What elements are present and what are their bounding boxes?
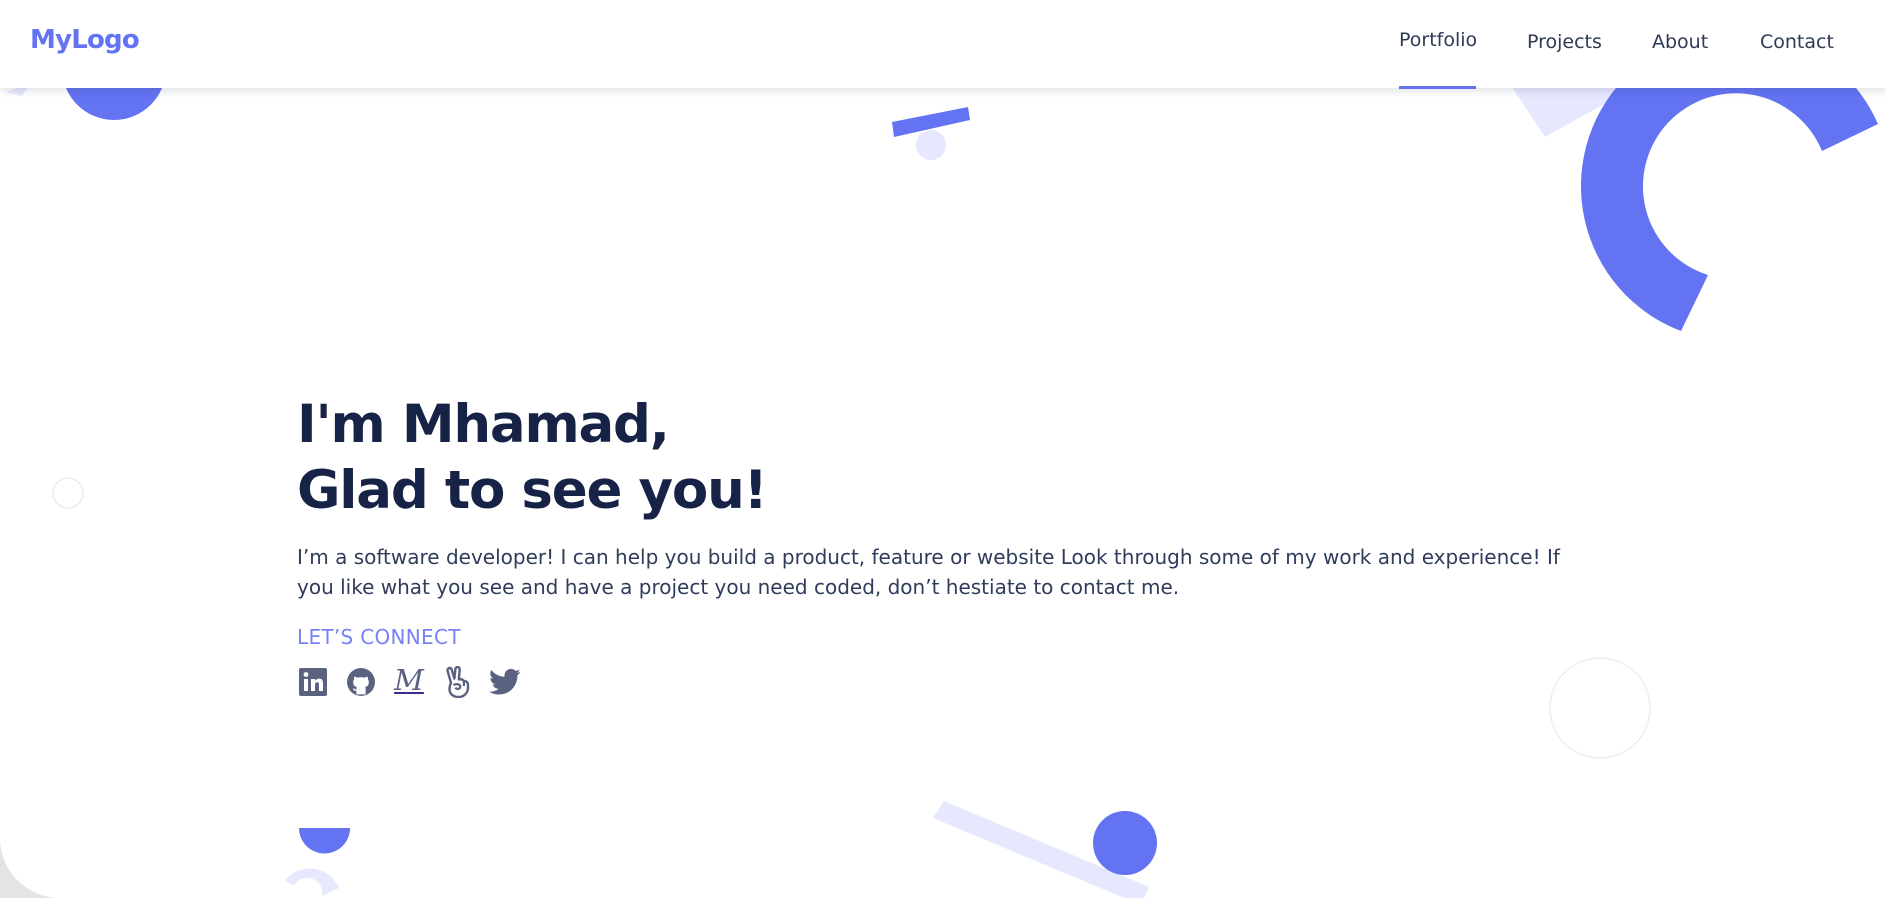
navbar: MyLogo Portfolio Projects About Contact	[0, 0, 1886, 89]
deco-arc-bottom	[285, 868, 339, 896]
peace-hand-icon[interactable]	[441, 666, 473, 698]
hero-title-line-1: I'm Mhamad,	[297, 394, 670, 455]
background-decorations	[6, 16, 1878, 898]
twitter-icon[interactable]	[489, 666, 521, 698]
nav-link-portfolio[interactable]: Portfolio	[1399, 29, 1477, 51]
medium-icon[interactable]: M	[393, 662, 425, 698]
nav-link-contact[interactable]: Contact	[1760, 31, 1834, 53]
deco-ring-left	[52, 477, 84, 509]
logo[interactable]: MyLogo	[30, 25, 140, 55]
deco-ring-right	[1549, 657, 1651, 759]
nav-active-underline	[1399, 86, 1476, 89]
hero-title-line-2: Glad to see you!	[297, 460, 768, 521]
lets-connect-label: LET’S CONNECT	[297, 625, 461, 649]
nav-link-projects[interactable]: Projects	[1527, 31, 1602, 53]
hero-description: I’m a software developer! I can help you…	[297, 545, 1560, 599]
page: MyLogo Portfolio Projects About Contact …	[0, 0, 1886, 898]
github-icon[interactable]	[345, 666, 377, 698]
hero-title: I'm Mhamad, Glad to see you!	[297, 392, 768, 524]
deco-circle-bottom	[1093, 811, 1157, 875]
medium-glyph: M	[394, 662, 424, 697]
nav-link-about[interactable]: About	[1652, 31, 1708, 53]
deco-half-circle-bottom	[299, 828, 350, 854]
social-links: M	[297, 662, 521, 698]
deco-dot-top	[916, 130, 946, 160]
linkedin-icon[interactable]	[297, 666, 329, 698]
